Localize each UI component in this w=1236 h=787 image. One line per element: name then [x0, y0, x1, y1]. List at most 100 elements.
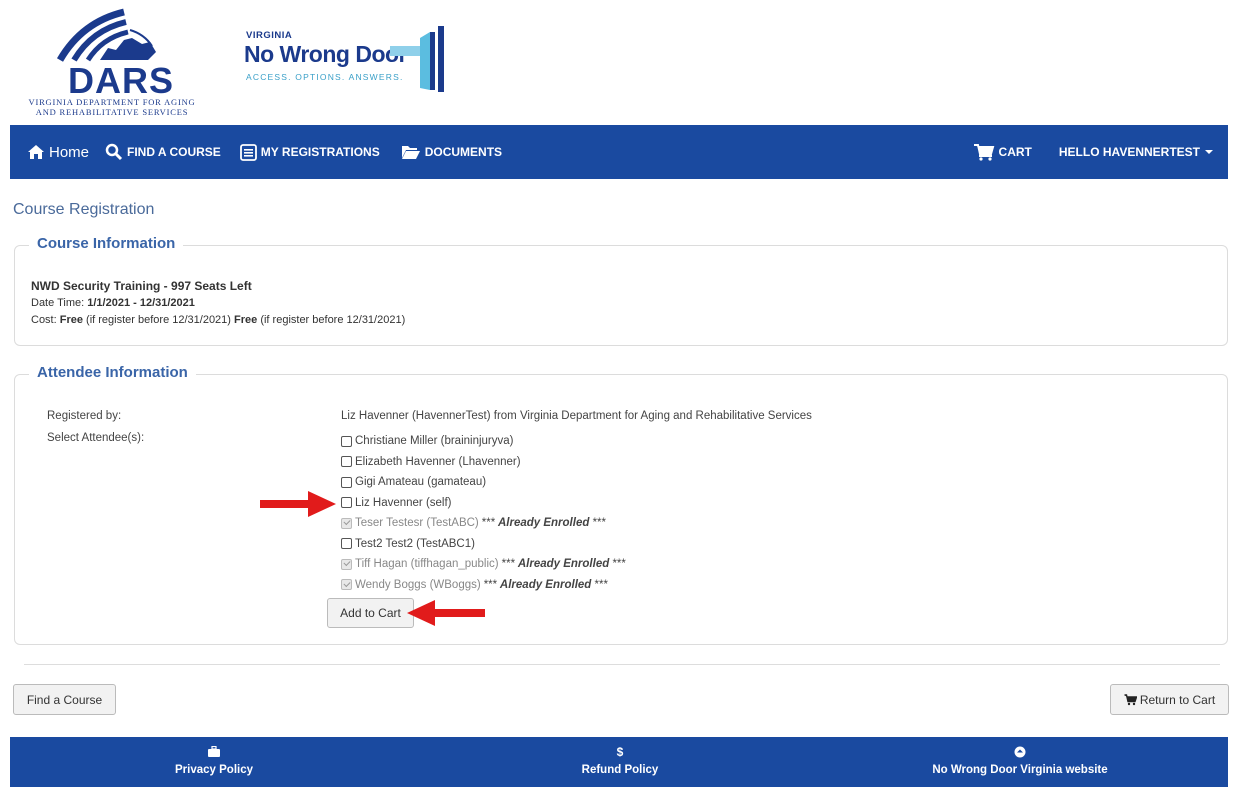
attendee-row: Teser Testesr (TestABC) *** Already Enro…	[341, 513, 626, 534]
registered-by-label: Registered by:	[47, 410, 122, 422]
footer-nwd-website[interactable]: No Wrong Door Virginia website	[890, 737, 1150, 776]
nav-cart[interactable]: CART	[973, 125, 1032, 179]
footer-refund-label: Refund Policy	[581, 764, 659, 776]
find-a-course-button[interactable]: Find a Course	[13, 684, 116, 715]
attendee-name: Test2 Test2 (TestABC1)	[355, 537, 475, 550]
attendee-name: Christiane Miller (braininjuryva)	[355, 435, 514, 448]
arrow-right-icon	[260, 491, 336, 517]
attendee-list: Christiane Miller (braininjuryva) Elizab…	[341, 431, 626, 595]
course-date-label: Date Time:	[31, 297, 88, 309]
select-attendees-label: Select Attendee(s):	[47, 432, 145, 444]
enrolled-stars: ***	[501, 558, 516, 571]
attendee-name: Liz Havenner (self)	[355, 496, 452, 509]
cart-icon	[973, 144, 994, 161]
door-icon	[390, 26, 444, 92]
nav-my-registrations-label: MY REGISTRATIONS	[260, 145, 380, 159]
site-header: DARS Virginia Department for Aging and R…	[0, 0, 1236, 125]
chevron-down-icon	[1205, 150, 1213, 154]
divider	[24, 664, 1220, 665]
course-date-value: 1/1/2021 - 12/31/2021	[87, 297, 195, 309]
enrolled-stars: ***	[592, 517, 607, 530]
course-information-panel: Course Information NWD Security Training…	[14, 235, 1228, 346]
attendee-checkbox[interactable]	[341, 435, 352, 447]
return-to-cart-button[interactable]: Return to Cart	[1110, 684, 1229, 715]
nav-cart-label: CART	[998, 145, 1032, 159]
enrolled-text: Already Enrolled	[499, 578, 592, 591]
list-icon	[239, 143, 257, 161]
nav-user-label: HELLO HAVENNERTEST	[1058, 145, 1200, 159]
attendee-row: Tiff Hagan (tiffhagan_public) *** Alread…	[341, 554, 626, 575]
no-wrong-door-logo[interactable]: VIRGINIA No Wrong Door ACCESS. OPTIONS. …	[240, 22, 460, 102]
footer-refund-policy[interactable]: $ Refund Policy	[520, 737, 720, 776]
nav-user-menu[interactable]: HELLO HAVENNERTEST	[1059, 125, 1213, 179]
nav-documents-label: DOCUMENTS	[424, 145, 503, 159]
course-cost-label: Cost:	[31, 314, 60, 326]
add-to-cart-button[interactable]: Add to Cart	[327, 598, 414, 628]
course-cost-note-1: (if register before 12/31/2021)	[82, 314, 235, 326]
enrolled-stars: ***	[483, 578, 498, 591]
footer-nwd-label: No Wrong Door Virginia website	[932, 764, 1108, 776]
attendee-name: Gigi Amateau (gamateau)	[355, 476, 487, 489]
folder-open-icon	[401, 146, 420, 159]
footer-privacy-label: Privacy Policy	[175, 764, 253, 776]
page-title: Course Registration	[13, 201, 155, 218]
attendee-row: Christiane Miller (braininjuryva)	[341, 431, 626, 452]
course-name: NWD Security Training - 997 Seats Left	[31, 279, 252, 293]
attendee-name: Teser Testesr (TestABC)	[355, 517, 479, 530]
attendee-row: Wendy Boggs (WBoggs) *** Already Enrolle…	[341, 575, 626, 596]
nav-documents[interactable]: DOCUMENTS	[401, 125, 502, 179]
circle-arrow-icon	[890, 746, 1150, 758]
attendee-name: Elizabeth Havenner (Lhavenner)	[355, 455, 521, 468]
nav-my-registrations[interactable]: MY REGISTRATIONS	[239, 125, 380, 179]
arrow-left-icon	[407, 600, 485, 626]
briefcase-icon	[114, 745, 314, 758]
dars-name: DARS	[68, 60, 175, 101]
nav-right-group: CART HELLO HAVENNERTEST	[973, 125, 1228, 179]
cart-icon	[1124, 693, 1137, 705]
course-information-legend: Course Information	[29, 235, 184, 252]
course-cost: Cost: Free (if register before 12/31/202…	[31, 314, 405, 326]
attendee-row: Elizabeth Havenner (Lhavenner)	[341, 452, 626, 473]
attendee-name: Tiff Hagan (tiffhagan_public)	[355, 558, 499, 571]
attendee-row: Liz Havenner (self)	[341, 493, 626, 514]
nwd-state: VIRGINIA	[246, 30, 293, 41]
already-enrolled-note: *** Already Enrolled ***	[484, 579, 608, 591]
nav-home[interactable]: Home	[27, 125, 89, 179]
enrolled-text: Already Enrolled	[517, 558, 610, 571]
nwd-name: No Wrong Door	[244, 41, 408, 67]
return-to-cart-label: Return to Cart	[1139, 692, 1216, 707]
already-enrolled-note: *** Already Enrolled ***	[502, 558, 626, 570]
nav-find-course-label: FIND A COURSE	[127, 145, 221, 159]
footer-privacy-policy[interactable]: Privacy Policy	[114, 737, 314, 776]
attendee-information-panel: Attendee Information Registered by: Liz …	[14, 364, 1228, 645]
site-footer: Privacy Policy $ Refund Policy No Wrong …	[10, 737, 1228, 787]
dars-logo[interactable]: DARS Virginia Department for Aging and R…	[12, 8, 212, 118]
attendee-checkbox-disabled	[341, 579, 352, 591]
home-icon	[28, 145, 44, 159]
attendee-checkbox[interactable]	[341, 456, 352, 468]
nav-home-label: Home	[49, 143, 90, 161]
dars-subtitle-line1: Virginia Department for Aging	[28, 97, 196, 107]
attendee-row: Gigi Amateau (gamateau)	[341, 472, 626, 493]
nwd-tagline: ACCESS. OPTIONS. ANSWERS.	[246, 72, 404, 82]
attendee-row: Test2 Test2 (TestABC1)	[341, 534, 626, 555]
attendee-checkbox[interactable]	[341, 476, 352, 488]
enrolled-stars: ***	[481, 517, 496, 530]
main-navbar: Home FIND A COURSE MY REGISTRATIONS DOCU…	[10, 125, 1228, 179]
attendee-checkbox-disabled	[341, 517, 352, 529]
enrolled-stars: ***	[594, 578, 608, 591]
course-cost-free-2: Free	[234, 314, 258, 326]
attendee-information-legend: Attendee Information	[29, 364, 196, 381]
dars-subtitle-line2: and Rehabilitative Services	[35, 107, 189, 117]
attendee-checkbox[interactable]	[341, 497, 352, 509]
nav-find-course[interactable]: FIND A COURSE	[105, 125, 221, 179]
attendee-name: Wendy Boggs (WBoggs)	[355, 578, 481, 591]
course-cost-note-2: (if register before 12/31/2021)	[257, 314, 406, 326]
registered-by-value: Liz Havenner (HavennerTest) from Virgini…	[341, 410, 812, 422]
dollar-icon: $	[616, 745, 624, 759]
enrolled-text: Already Enrolled	[497, 517, 590, 530]
already-enrolled-note: *** Already Enrolled ***	[482, 517, 606, 529]
enrolled-stars: ***	[612, 558, 626, 571]
attendee-checkbox[interactable]	[341, 538, 352, 550]
attendee-checkbox-disabled	[341, 558, 352, 570]
